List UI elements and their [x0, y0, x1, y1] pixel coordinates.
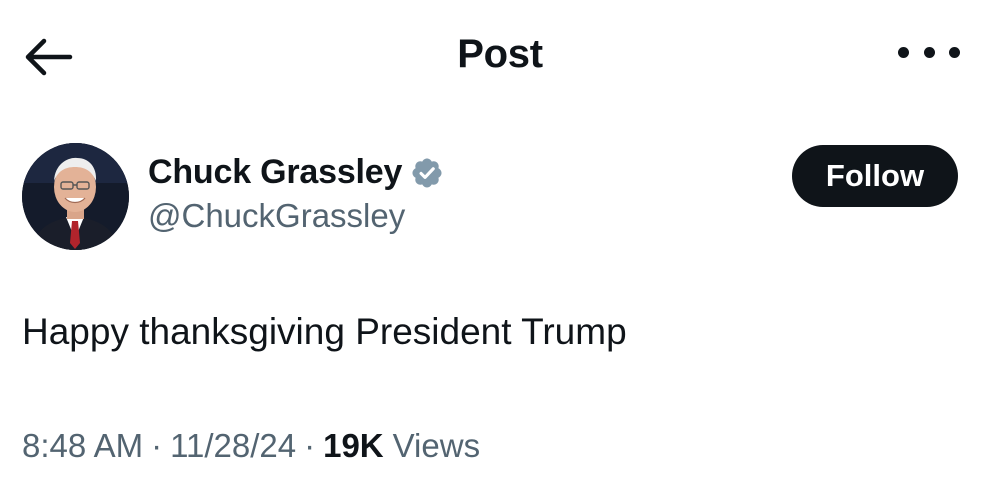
avatar[interactable]	[22, 143, 129, 250]
author-name[interactable]: Chuck Grassley	[148, 153, 402, 192]
views-label: Views	[392, 427, 481, 464]
author-handle[interactable]: @ChuckGrassley	[148, 197, 405, 235]
avatar-image	[22, 143, 129, 250]
post-text: Happy thanksgiving President Trump	[22, 311, 627, 352]
views-count[interactable]: 19K	[323, 427, 384, 465]
verified-badge-icon	[412, 157, 442, 188]
post-metadata: 8:48 AM · 11/28/24 · 19K Views	[22, 427, 480, 465]
post-date[interactable]: 11/28/24	[170, 427, 296, 465]
separator: ·	[304, 427, 316, 464]
author-name-row: Chuck Grassley	[148, 153, 444, 192]
post-time[interactable]: 8:48 AM	[22, 427, 143, 465]
page-title: Post	[457, 32, 543, 76]
more-options-button[interactable]	[898, 32, 960, 72]
more-horizontal-icon	[898, 46, 909, 58]
follow-button[interactable]: Follow	[792, 145, 958, 207]
top-bar: Post	[0, 0, 1000, 115]
separator: ·	[151, 427, 163, 464]
